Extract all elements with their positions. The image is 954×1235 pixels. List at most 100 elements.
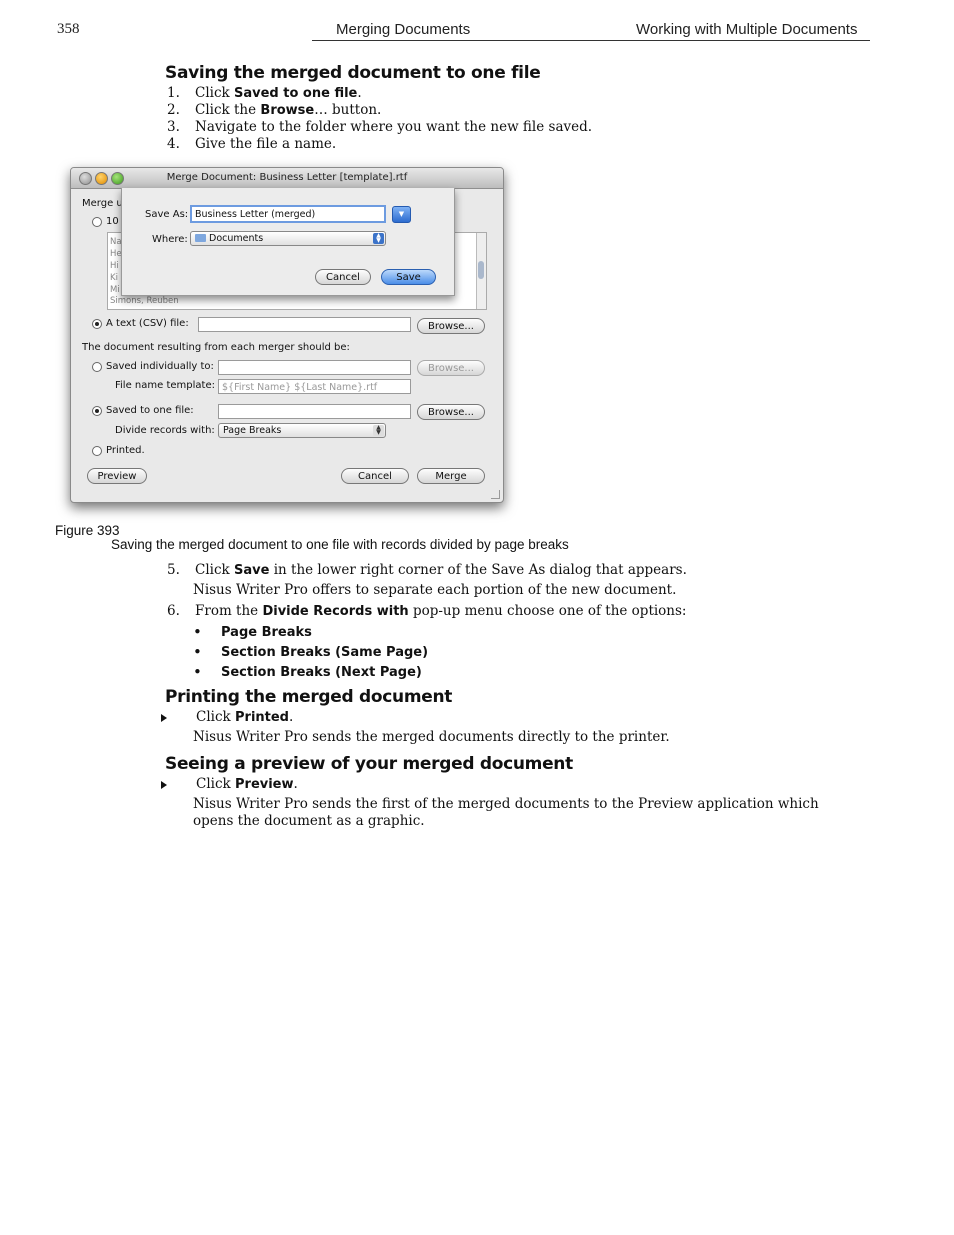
radio-csv-file[interactable]: [92, 319, 102, 329]
heading-saving-to-one-file: Saving the merged document to one file: [165, 63, 541, 83]
header-rule: [312, 40, 870, 41]
step-item: 6.: [167, 603, 180, 620]
triangle-bullet-icon: [161, 714, 167, 722]
list-item[interactable]: Simons, Reuben: [110, 296, 179, 306]
file-name-template-field[interactable]: ${First Name} ${Last Name}.rtf: [218, 379, 411, 394]
heading-preview: Seeing a preview of your merged document: [165, 754, 573, 774]
sheet-cancel-button[interactable]: Cancel: [315, 269, 371, 285]
browse-individually-button[interactable]: Browse...: [417, 360, 485, 376]
popup-arrows-icon: ▲ ▼: [373, 233, 384, 244]
radio-saved-individually[interactable]: [92, 362, 102, 372]
step-text-end: .: [289, 709, 294, 725]
step-number: 3.: [167, 119, 180, 135]
option-section-breaks-next: Section Breaks (Next Page): [221, 665, 422, 680]
preview-step: Click Preview.: [196, 776, 298, 793]
save-as-sheet: Save As: Business Letter (merged) ▼ Wher…: [121, 188, 455, 296]
cancel-button[interactable]: Cancel: [341, 468, 409, 484]
browse-one-file-button[interactable]: Browse...: [417, 404, 485, 420]
folder-icon: [195, 234, 206, 242]
window-title: Merge Document: Business Letter [templat…: [166, 172, 408, 183]
merge-dialog-screenshot: Merge Document: Business Letter [templat…: [70, 167, 504, 503]
preview-note-line-1: Nisus Writer Pro sends the first of the …: [193, 796, 819, 812]
step-number: 5.: [167, 562, 180, 578]
list-item[interactable]: Hi: [110, 261, 119, 271]
step-number: 6.: [167, 603, 180, 619]
list-item[interactable]: Ki: [110, 273, 118, 283]
step-text: Click: [195, 562, 234, 578]
step-number: 1.: [167, 85, 180, 101]
step-bold-term: Printed: [235, 710, 289, 725]
preview-note-line-2: opens the document as a graphic.: [193, 813, 425, 829]
step-text-end: .: [293, 776, 298, 792]
step-bold-term: Saved to one file: [234, 86, 358, 101]
list-scrollbar[interactable]: [476, 233, 486, 309]
result-label: The document resulting from each merger …: [82, 342, 350, 353]
option-section-breaks-same: Section Breaks (Same Page): [221, 645, 429, 660]
sheet-save-button[interactable]: Save: [381, 269, 436, 285]
saved-to-one-file-field[interactable]: [218, 404, 411, 419]
list-item[interactable]: Mi: [110, 285, 120, 295]
printing-step: Click Printed.: [196, 709, 293, 726]
step-text: From the: [195, 603, 263, 619]
where-label: Where:: [152, 234, 188, 245]
running-header-section: Merging Documents: [336, 21, 471, 38]
step-bold-term: Save: [234, 563, 270, 578]
step-6-text: From the Divide Records with pop-up menu…: [195, 603, 686, 620]
step-number: 4.: [167, 136, 180, 152]
file-name-template-label: File name template:: [115, 380, 215, 391]
step-number: 2.: [167, 102, 180, 118]
radio-records-label: 10: [106, 216, 119, 227]
option-page-breaks: Page Breaks: [221, 625, 312, 640]
divide-records-value: Page Breaks: [223, 425, 282, 436]
popup-arrows-icon: ▲ ▼: [373, 425, 384, 436]
saved-individually-label: Saved individually to:: [106, 361, 214, 372]
step-text-end: .: [357, 85, 362, 101]
step-5-text: Click Save in the lower right corner of …: [195, 562, 687, 579]
divide-records-popup[interactable]: Page Breaks ▲ ▼: [218, 423, 386, 438]
step-text-end: pop-up menu choose one of the options:: [408, 603, 687, 619]
csv-file-label: A text (CSV) file:: [106, 318, 189, 329]
triangle-bullet-icon: [161, 781, 167, 789]
browse-csv-button[interactable]: Browse...: [417, 318, 485, 334]
figure-caption: Saving the merged document to one file w…: [111, 537, 569, 552]
merge-button[interactable]: Merge: [417, 468, 485, 484]
radio-printed[interactable]: [92, 446, 102, 456]
bullet-icon: •: [193, 623, 202, 641]
scroll-thumb[interactable]: [478, 261, 484, 279]
bullet-icon: •: [193, 663, 202, 681]
list-item[interactable]: He: [110, 249, 122, 259]
preview-button[interactable]: Preview: [87, 468, 147, 484]
step-text: Click: [195, 85, 234, 101]
radio-records-range[interactable]: [92, 217, 102, 227]
save-as-label: Save As:: [145, 209, 189, 220]
csv-file-field[interactable]: [198, 317, 411, 332]
step-item: 5.: [167, 562, 180, 579]
printed-label: Printed.: [106, 445, 145, 456]
running-header-chapter: Working with Multiple Documents: [636, 21, 858, 38]
bullet-icon: •: [193, 643, 202, 661]
saved-to-one-file-label: Saved to one file:: [106, 405, 194, 416]
step-text-end: … button.: [314, 102, 382, 118]
figure-label: Figure 393: [55, 523, 120, 538]
step-text: Click: [196, 709, 235, 725]
divide-records-label: Divide records with:: [115, 425, 215, 436]
step-text: Click the: [195, 102, 261, 118]
merge-using-label: Merge u: [82, 198, 123, 209]
resize-grip-icon[interactable]: [491, 490, 500, 499]
step-text: Give the file a name.: [195, 136, 337, 152]
radio-saved-to-one-file[interactable]: [92, 406, 102, 416]
step-bold-term: Preview: [235, 777, 294, 792]
heading-printing: Printing the merged document: [165, 687, 453, 707]
list-item[interactable]: Na: [110, 237, 122, 247]
step-text-end: in the lower right corner of the Save As…: [269, 562, 687, 578]
save-as-field[interactable]: Business Letter (merged): [190, 205, 386, 223]
step-5-note: Nisus Writer Pro offers to separate each…: [193, 582, 677, 598]
step-text: Navigate to the folder where you want th…: [195, 119, 593, 135]
step-text: Click: [196, 776, 235, 792]
page-number: 358: [57, 21, 80, 37]
expand-dialog-icon[interactable]: ▼: [392, 206, 411, 223]
where-popup[interactable]: Documents ▲ ▼: [190, 231, 386, 246]
step-bold-term: Browse: [260, 103, 315, 118]
saved-individually-field[interactable]: [218, 360, 411, 375]
where-value: Documents: [209, 233, 264, 244]
